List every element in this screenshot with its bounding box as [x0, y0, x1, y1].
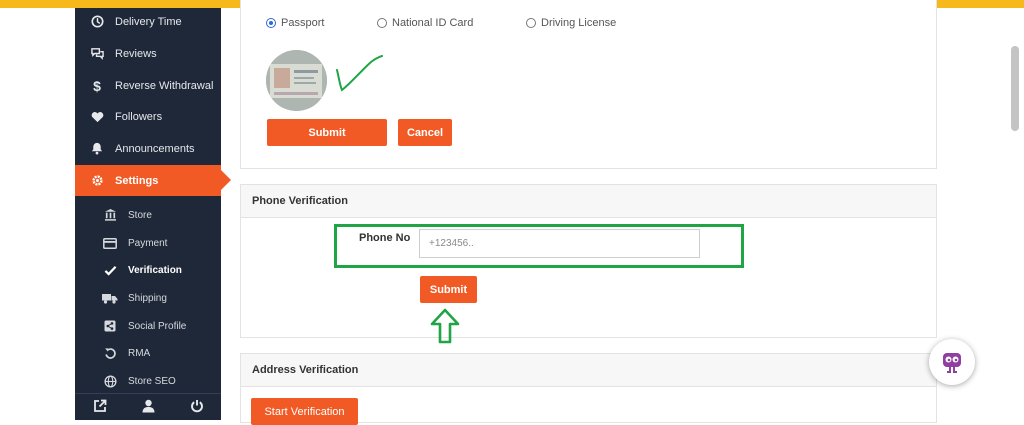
sidebar-subitem-label: Payment — [128, 237, 168, 249]
sidebar: Delivery Time Reviews $ Reverse Withdraw… — [75, 6, 231, 420]
globe-icon — [101, 374, 119, 388]
sidebar-item-announcements[interactable]: Announcements — [75, 133, 221, 164]
sidebar-item-followers[interactable]: Followers — [75, 101, 221, 132]
sidebar-subitem-label: Verification — [128, 264, 182, 276]
sidebar-item-reviews[interactable]: Reviews — [75, 38, 221, 69]
sidebar-subitem-label: RMA — [128, 347, 151, 359]
heart-icon — [87, 111, 107, 123]
sidebar-subitem-store[interactable]: Store — [75, 202, 221, 228]
radio-dot[interactable] — [377, 18, 387, 28]
sidebar-item-label: Reverse Withdrawal — [115, 79, 214, 92]
sidebar-subitem-label: Store — [128, 209, 152, 221]
truck-icon — [101, 293, 119, 304]
chat-bubbles-icon — [87, 47, 107, 60]
scrollbar-thumb[interactable] — [1011, 46, 1019, 131]
sidebar-subitem-payment[interactable]: Payment — [75, 230, 221, 256]
phone-input[interactable] — [419, 229, 700, 258]
phone-submit-button[interactable]: Submit — [420, 276, 477, 303]
undo-icon — [101, 347, 119, 360]
sidebar-item-label: Settings — [115, 174, 159, 187]
start-verification-button[interactable]: Start Verification — [251, 398, 358, 425]
sidebar-subitem-shipping[interactable]: Shipping — [75, 285, 221, 311]
green-up-arrow-annotation — [430, 308, 460, 344]
radio-dot[interactable] — [526, 18, 536, 28]
sidebar-subitem-rma[interactable]: RMA — [75, 340, 221, 366]
credit-card-icon — [101, 237, 119, 249]
sidebar-subitem-label: Shipping — [128, 292, 167, 304]
sidebar-subitem-verification[interactable]: Verification — [75, 257, 221, 283]
sidebar-subitem-social-profile[interactable]: Social Profile — [75, 313, 221, 339]
radio-national-id-card[interactable]: National ID Card — [377, 17, 473, 29]
sidebar-subitem-label: Store SEO — [128, 375, 176, 387]
share-icon — [101, 320, 119, 332]
sidebar-item-reverse-withdrawal[interactable]: $ Reverse Withdrawal — [75, 70, 221, 101]
panel-title: Phone Verification — [241, 185, 936, 218]
bell-icon — [87, 142, 107, 155]
sidebar-item-label: Reviews — [115, 47, 157, 60]
chat-widget[interactable] — [929, 339, 975, 385]
sidebar-item-delivery-time[interactable]: Delivery Time — [75, 6, 221, 37]
sidebar-subitem-label: Social Profile — [128, 320, 187, 332]
radio-label: Passport — [281, 17, 325, 29]
phone-label: Phone No — [359, 232, 411, 244]
dollar-icon: $ — [93, 77, 101, 94]
radio-driving-license[interactable]: Driving License — [526, 17, 616, 29]
user-icon[interactable] — [142, 399, 155, 416]
sidebar-item-label: Followers — [115, 110, 163, 123]
radio-dot[interactable] — [266, 18, 276, 28]
external-link-icon[interactable] — [93, 399, 107, 416]
check-icon — [101, 265, 119, 276]
radio-passport[interactable]: Passport — [266, 17, 324, 29]
radio-label: Driving License — [541, 17, 617, 29]
id-document-thumbnail — [266, 50, 327, 111]
gear-icon — [87, 174, 107, 187]
panel-title: Address Verification — [241, 354, 936, 387]
sidebar-item-settings[interactable]: Settings — [75, 165, 231, 196]
power-icon[interactable] — [190, 399, 204, 416]
sidebar-item-label: Announcements — [115, 142, 195, 155]
id-cancel-button[interactable]: Cancel — [398, 119, 452, 146]
clock-icon — [87, 15, 107, 28]
sidebar-item-label: Delivery Time — [115, 15, 182, 28]
bank-icon — [101, 209, 119, 221]
sidebar-footer — [75, 393, 221, 420]
chat-robot-icon — [943, 353, 961, 373]
sidebar-subitem-store-seo[interactable]: Store SEO — [75, 368, 221, 394]
green-checkmark-annotation — [336, 55, 383, 92]
radio-label: National ID Card — [392, 17, 474, 29]
id-submit-button[interactable]: Submit — [267, 119, 387, 146]
